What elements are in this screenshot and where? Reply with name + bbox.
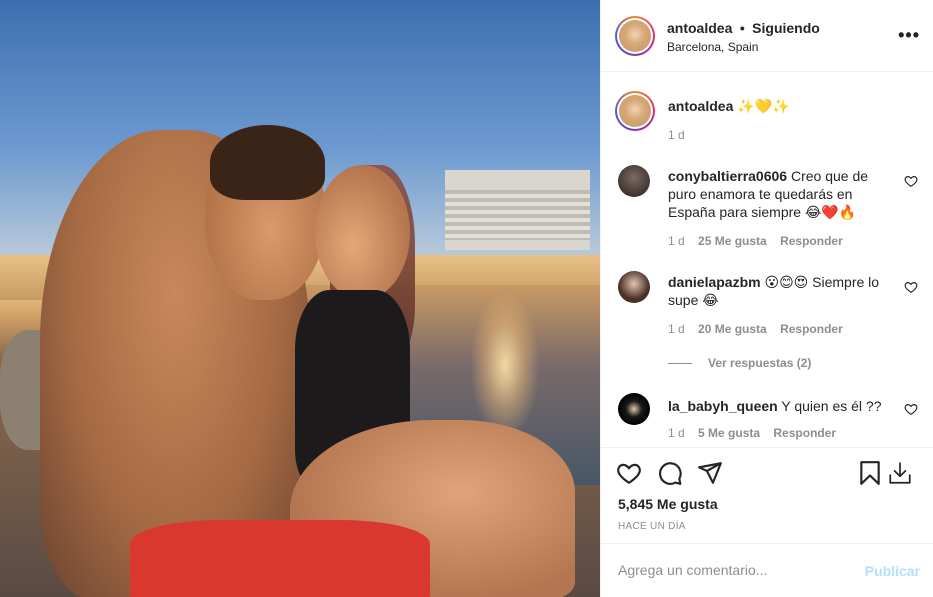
comment-username[interactable]: conybaltierra0606 [668,168,787,184]
download-icon[interactable] [887,460,913,486]
photo-building [445,170,590,250]
likes-count[interactable]: 5,845 Me gusta [618,496,718,512]
comment-item: la_babyh_queen Y quien es él ?? 1 d 5 Me… [618,393,918,445]
post-photo[interactable] [0,0,600,597]
follow-status[interactable]: Siguiendo [752,20,820,36]
comment-text: Y quien es él ?? [781,398,882,414]
separator-dot: • [739,20,745,36]
reply-button[interactable]: Responder [780,322,843,336]
post-location[interactable]: Barcelona, Spain [667,40,758,54]
reply-button[interactable]: Responder [773,426,836,440]
post-header: antoaldea • Siguiendo Barcelona, Spain •… [601,0,933,72]
photo-woman-head [315,165,410,300]
comment-like-icon[interactable] [904,280,918,294]
comment-age[interactable]: 1 d [668,322,685,336]
comment-age[interactable]: 1 d [668,234,685,248]
post-actions: 5,845 Me gusta HACE UN DÍA [601,447,933,543]
caption: antoaldea ✨💛✨ 1 d [615,91,918,151]
caption-avatar[interactable] [615,91,655,131]
caption-username[interactable]: antoaldea [668,98,733,114]
caption-text: ✨💛✨ [737,98,790,114]
comment-icon[interactable] [657,460,683,486]
comment-username[interactable]: danielapazbm [668,274,761,290]
photo-shorts [130,520,430,597]
comment-item: danielapazbm 😮😊😍 Siempre lo supe 😂 1 d 2… [618,271,918,341]
photo-man-hair [210,125,325,200]
comment-likes[interactable]: 25 Me gusta [698,234,767,248]
view-replies-button[interactable]: Ver respuestas (2) [668,356,811,370]
add-comment-bar: Publicar [601,543,933,597]
send-icon[interactable] [697,460,723,486]
bookmark-icon[interactable] [857,460,883,486]
comment-likes[interactable]: 20 Me gusta [698,322,767,336]
publish-button[interactable]: Publicar [865,563,920,579]
photo-sun-reflection [470,290,540,440]
reply-button[interactable]: Responder [780,234,843,248]
comment-avatar[interactable] [618,165,650,197]
post-time[interactable]: HACE UN DÍA [618,521,686,532]
comment-avatar[interactable] [618,271,650,303]
comment-like-icon[interactable] [904,402,918,416]
caption-age[interactable]: 1 d [668,128,685,142]
comment-item: conybaltierra0606 Creo que de puro enamo… [618,165,918,255]
more-horizontal-icon[interactable]: ••• [898,26,920,44]
comment-likes[interactable]: 5 Me gusta [698,426,760,440]
comment-like-icon[interactable] [904,174,918,188]
post-side-panel: antoaldea • Siguiendo Barcelona, Spain •… [600,0,933,597]
comment-age[interactable]: 1 d [668,426,685,440]
author-avatar[interactable] [615,16,655,56]
comment-avatar[interactable] [618,393,650,425]
author-username[interactable]: antoaldea [667,20,732,36]
heart-icon[interactable] [616,460,642,486]
comment-username[interactable]: la_babyh_queen [668,398,778,414]
comment-input[interactable] [618,562,848,578]
